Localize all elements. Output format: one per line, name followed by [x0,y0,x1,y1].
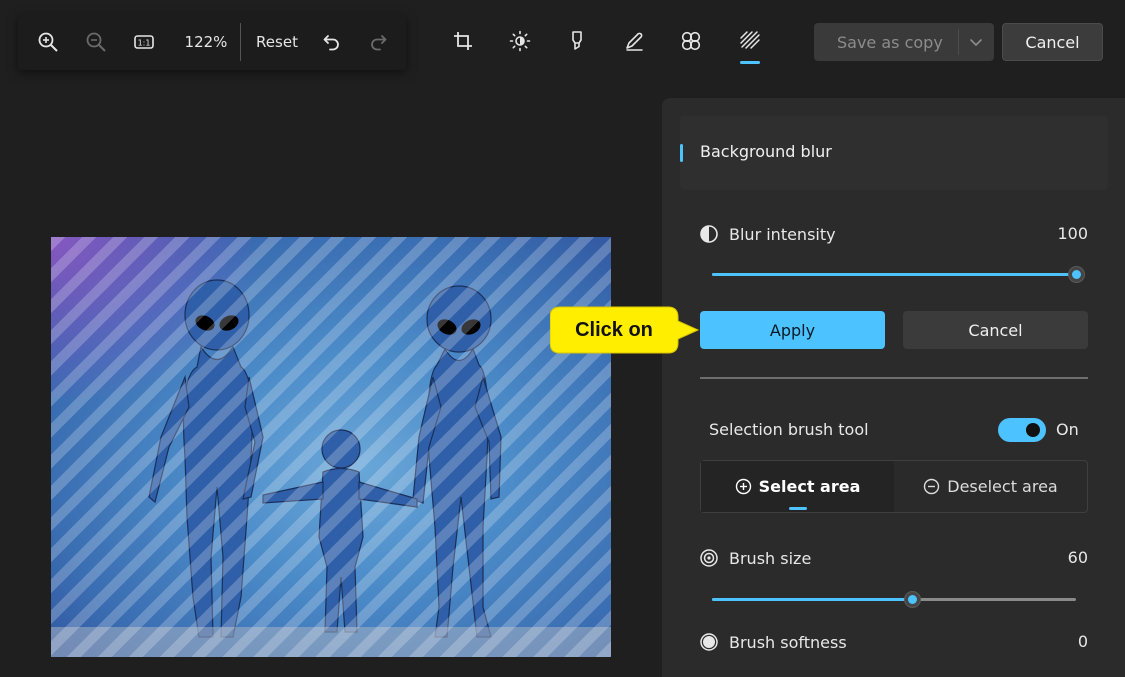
brush-softness-value: 0 [1077,632,1088,651]
panel-header: Background blur [680,116,1108,190]
panel-cancel-button[interactable]: Cancel [903,311,1088,349]
brush-size-icon [700,549,718,567]
save-as-copy-label: Save as copy [837,32,943,52]
slider-thumb[interactable] [1068,266,1085,283]
crop-icon [454,32,472,50]
section-title: Background blur [700,142,832,161]
toggle-state: On [1056,420,1079,439]
brush-size-label: Brush size [729,548,812,568]
deselect-area-icon [924,478,940,495]
draw-icon [626,32,643,51]
filters-tool[interactable] [671,14,711,70]
zoom-level[interactable]: 122% [178,14,234,70]
undo-icon [323,35,339,51]
toggle-knob [1026,423,1040,437]
brush-softness-label: Brush softness [729,632,847,652]
select-area-button[interactable]: Select area [701,461,894,512]
toolbar-divider [240,23,241,61]
marker-icon [572,31,582,50]
selection-brush-label: Selection brush tool [709,420,869,439]
redo-icon [371,35,387,51]
markup-tool[interactable] [557,14,597,70]
blur-intensity-icon [700,225,718,243]
zoom-in-button[interactable] [30,14,66,70]
split-divider [958,29,959,55]
blur-intensity-slider[interactable] [712,264,1085,284]
adjustment-tool[interactable] [500,14,540,70]
selection-mode-segment: Select area Deselect area [700,460,1088,513]
brush-size-value: 60 [1067,548,1088,567]
zoom-toolbar: 1:1 122% Reset [18,14,406,70]
brightness-icon [509,30,531,52]
save-as-copy-button[interactable]: Save as copy [814,23,994,61]
redo-button[interactable] [360,14,396,70]
draw-tool[interactable] [614,14,654,70]
brush-softness-icon [700,633,718,651]
apply-button[interactable]: Apply [700,311,885,349]
brush-softness-row: Brush softness [699,632,847,652]
slider-fill [712,598,913,601]
brush-size-row: Brush size [699,548,811,568]
cancel-button[interactable]: Cancel [1002,23,1103,61]
deselect-area-button[interactable]: Deselect area [894,461,1087,512]
selected-indicator [789,507,807,510]
section-indicator [680,144,683,162]
brush-size-slider[interactable] [712,589,1076,609]
click-on-callout: Click on [550,305,700,355]
zoom-out-button[interactable] [78,14,114,70]
select-area-label: Select area [758,477,861,496]
actual-size-button[interactable]: 1:1 [126,14,162,70]
photo-canvas[interactable] [51,237,611,657]
filters-icon [681,31,701,51]
selection-brush-toggle[interactable] [998,418,1046,442]
actual-size-icon: 1:1 [134,35,154,49]
selection-overlay [51,237,611,657]
blur-intensity-row: Blur intensity [699,224,836,244]
select-area-icon [735,478,751,495]
blur-intensity-label: Blur intensity [729,224,836,244]
background-blur-icon [740,31,760,49]
reset-button[interactable]: Reset [250,14,304,70]
slider-thumb[interactable] [904,591,922,608]
background-blur-tool[interactable] [730,14,770,70]
deselect-area-label: Deselect area [947,477,1058,496]
crop-tool[interactable] [443,14,483,70]
undo-button[interactable] [314,14,350,70]
zoom-out-icon [86,32,106,52]
zoom-in-icon [38,32,58,52]
blur-intensity-value: 100 [1057,224,1088,243]
chevron-down-icon[interactable] [968,34,984,50]
callout-text: Click on [575,318,653,341]
active-tool-indicator [740,61,760,64]
slider-fill [712,273,1076,276]
svg-text:1:1: 1:1 [138,39,151,48]
panel-divider [700,377,1088,379]
